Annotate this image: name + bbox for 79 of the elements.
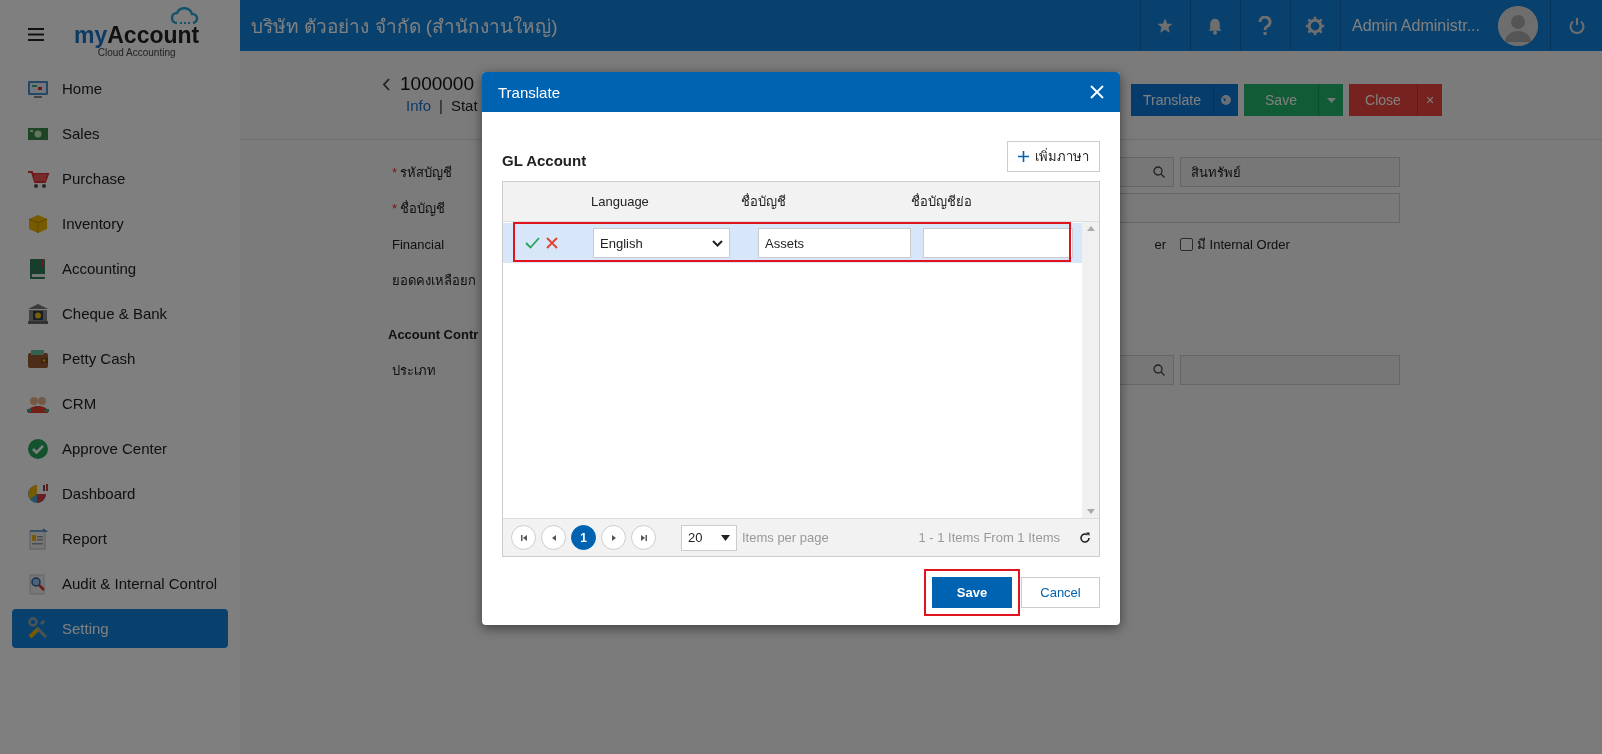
record-title: 1000000	[400, 73, 474, 95]
add-language-button[interactable]: เพิ่มภาษา	[1007, 141, 1100, 172]
sidebar-item[interactable]: Purchase	[12, 159, 228, 198]
caret-icon[interactable]	[1326, 97, 1336, 103]
dialog-heading: GL Account	[502, 152, 587, 171]
next-page-icon	[609, 533, 618, 542]
scroll-down-icon[interactable]	[1086, 509, 1095, 514]
chevron-down-icon	[712, 239, 723, 247]
field-label: ยอดคงเหลือยก	[391, 271, 476, 290]
wrench-icon	[26, 616, 50, 641]
sidebar-item[interactable]: Inventory	[12, 204, 228, 243]
column-header: Language	[591, 194, 650, 209]
previous-page-button[interactable]	[541, 525, 566, 550]
option-label: er	[1154, 236, 1166, 252]
company-name: บริษัท ตัวอย่าง จำกัด (สำนักงานใหญ่)	[250, 14, 559, 39]
sidebar-item[interactable]: Petty Cash	[12, 339, 228, 378]
column-header: ชื่อบัญชี	[741, 192, 787, 211]
page-size-label: Items per page	[742, 530, 829, 545]
document-icon	[26, 526, 50, 551]
check-circle-icon	[26, 436, 50, 461]
next-page-button[interactable]	[601, 525, 626, 550]
dropdown-arrow-icon	[721, 534, 730, 541]
user-name[interactable]: Admin Administr...	[1351, 16, 1480, 35]
cancel-icon[interactable]	[546, 237, 558, 249]
sidebar-item[interactable]: Cheque & Bank	[12, 294, 228, 333]
search-icon[interactable]	[1153, 166, 1165, 178]
sidebar-item[interactable]: Setting	[12, 609, 228, 648]
power-icon[interactable]	[1568, 16, 1585, 35]
sidebar-item[interactable]: Audit & Internal Control	[12, 564, 228, 603]
back-icon[interactable]	[382, 77, 390, 91]
refresh-icon[interactable]	[1079, 531, 1091, 544]
globe-icon[interactable]	[1221, 95, 1231, 105]
record-tab[interactable]: Info	[406, 97, 432, 114]
save-button[interactable]: Save	[932, 577, 1012, 608]
field-label: * ชื่อบัญชี	[391, 199, 446, 218]
field-label: ประเภท	[391, 361, 436, 380]
type-field: สินทรัพย์	[1180, 157, 1400, 187]
sidebar-item[interactable]: Report	[12, 519, 228, 558]
account-name-input[interactable]: Assets	[758, 228, 911, 258]
sidebar-item[interactable]: Sales	[12, 114, 228, 153]
section-title: Account Contr	[388, 325, 480, 344]
plus-icon	[1018, 151, 1029, 162]
field-label: Financial	[391, 235, 445, 254]
sidebar-item[interactable]: Approve Center	[12, 429, 228, 468]
page-size-select[interactable]: 20	[681, 524, 737, 551]
last-page-icon	[639, 533, 648, 542]
language-select[interactable]: English	[593, 228, 730, 258]
tab-separator: |	[439, 97, 443, 114]
scrollbar[interactable]	[1082, 222, 1099, 518]
first-page-button[interactable]	[511, 525, 536, 550]
menu-icon[interactable]	[28, 28, 44, 41]
last-page-button[interactable]	[631, 525, 656, 550]
close-button[interactable]: Close	[1349, 84, 1418, 116]
first-page-icon	[519, 533, 528, 542]
sidebar-item[interactable]: Dashboard	[12, 474, 228, 513]
internal-order-checkbox[interactable]: มี Internal Order	[1180, 229, 1400, 259]
field-label: * รหัสบัญชี	[391, 163, 453, 182]
search-icon[interactable]	[1153, 364, 1165, 376]
cancel-button[interactable]: Cancel	[1021, 577, 1100, 608]
avatar-icon[interactable]	[1498, 5, 1538, 46]
record-tab[interactable]: Stat	[450, 97, 478, 114]
scroll-up-icon[interactable]	[1086, 226, 1095, 231]
sidebar-item[interactable]: CRM	[12, 384, 228, 423]
sidebar-item[interactable]: Accounting	[12, 249, 228, 288]
settings-icon[interactable]	[1305, 15, 1326, 36]
close-dropdown-button[interactable]: ×	[1418, 84, 1442, 116]
close-icon[interactable]	[1090, 85, 1104, 99]
short-name-input[interactable]	[923, 228, 1073, 258]
dialog-title: Translate	[498, 83, 560, 101]
bell-icon[interactable]	[1207, 16, 1224, 35]
sidebar-item[interactable]: Home	[12, 69, 228, 108]
check-icon[interactable]	[525, 237, 540, 249]
help-icon[interactable]	[1258, 15, 1273, 36]
cloud-icon	[171, 7, 200, 25]
item-count: 1 - 1 Items From 1 Items	[918, 530, 1060, 545]
pie-chart-icon	[26, 481, 50, 506]
page-button[interactable]: 1	[571, 525, 596, 550]
column-header: ชื่อบัญชีย่อ	[911, 192, 973, 211]
bank-icon	[26, 301, 50, 326]
